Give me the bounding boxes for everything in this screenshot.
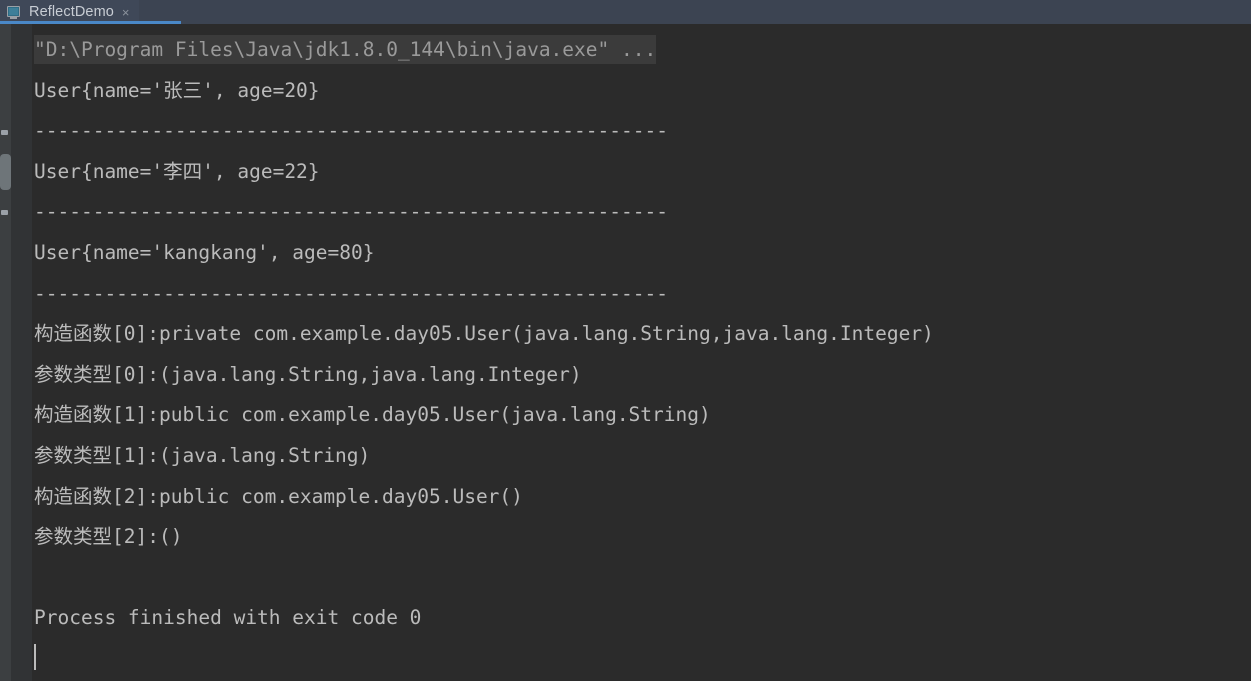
run-tool-window-tabbar: ReflectDemo × xyxy=(0,0,1251,24)
console-line: 构造函数[2]:public com.example.day05.User() xyxy=(32,477,1251,518)
console-line: 参数类型[1]:(java.lang.String) xyxy=(32,436,1251,477)
text-caret xyxy=(34,644,36,670)
console-command-text: "D:\Program Files\Java\jdk1.8.0_144\bin\… xyxy=(34,35,656,64)
tab-label: ReflectDemo xyxy=(29,4,114,20)
console-line: ----------------------------------------… xyxy=(32,111,1251,152)
gutter-marker xyxy=(1,210,8,215)
console-left-strip xyxy=(11,24,32,681)
console-marker-gutter[interactable] xyxy=(0,24,11,681)
console-line: 参数类型[0]:(java.lang.String,java.lang.Inte… xyxy=(32,355,1251,396)
console-line: 参数类型[2]:() xyxy=(32,517,1251,558)
console-run-icon xyxy=(7,5,22,20)
close-icon[interactable]: × xyxy=(122,6,130,19)
console-line: User{name='kangkang', age=80} xyxy=(32,233,1251,274)
console-line-blank xyxy=(32,558,1251,599)
console-caret-line xyxy=(32,639,1251,680)
console-line: ----------------------------------------… xyxy=(32,192,1251,233)
console-line: User{name='张三', age=20} xyxy=(32,71,1251,112)
console-output-panel: "D:\Program Files\Java\jdk1.8.0_144\bin\… xyxy=(0,24,1251,681)
console-line: User{name='李四', age=22} xyxy=(32,152,1251,193)
scrollbar-thumb[interactable] xyxy=(0,154,11,190)
console-line: ----------------------------------------… xyxy=(32,274,1251,315)
gutter-marker xyxy=(1,130,8,135)
console-command-line: "D:\Program Files\Java\jdk1.8.0_144\bin\… xyxy=(32,30,1251,71)
console-text-area[interactable]: "D:\Program Files\Java\jdk1.8.0_144\bin\… xyxy=(32,24,1251,681)
console-exit-line: Process finished with exit code 0 xyxy=(32,598,1251,639)
console-line: 构造函数[0]:private com.example.day05.User(j… xyxy=(32,314,1251,355)
console-line: 构造函数[1]:public com.example.day05.User(ja… xyxy=(32,395,1251,436)
